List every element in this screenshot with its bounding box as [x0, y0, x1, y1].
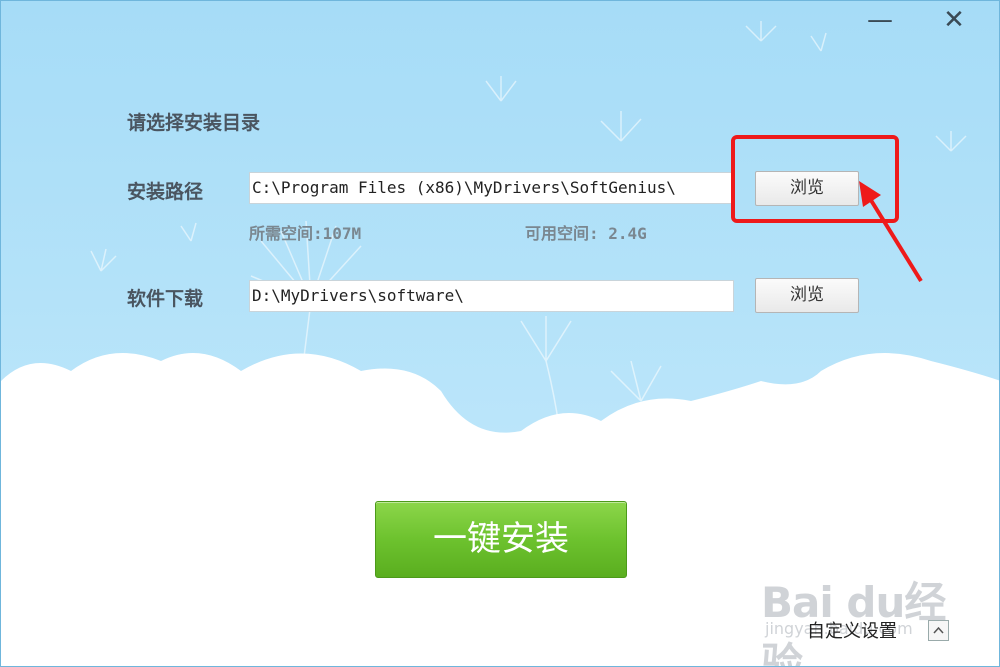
page-title: 请选择安装目录: [127, 112, 261, 134]
minimize-button[interactable]: —: [863, 7, 897, 35]
required-space-text: 所需空间:107M: [249, 224, 362, 243]
close-button[interactable]: ✕: [937, 7, 971, 35]
install-path-label: 安装路径: [127, 181, 204, 203]
available-space-text: 可用空间: 2.4G: [525, 224, 647, 243]
chevron-up-icon: [933, 626, 944, 634]
custom-settings-link[interactable]: 自定义设置: [807, 617, 897, 643]
download-path-input[interactable]: D:\MyDrivers\software\: [249, 280, 734, 312]
one-click-install-button[interactable]: 一键安装: [375, 501, 627, 578]
installer-window: — ✕ 请选择安装目录 安装路径 C:\Program Files (x86)\…: [0, 0, 1000, 667]
download-path-label: 软件下载: [127, 288, 204, 310]
annotation-arrow-icon: [859, 181, 923, 283]
install-path-input[interactable]: C:\Program Files (x86)\MyDrivers\SoftGen…: [249, 172, 734, 204]
custom-settings-toggle[interactable]: [928, 620, 949, 641]
